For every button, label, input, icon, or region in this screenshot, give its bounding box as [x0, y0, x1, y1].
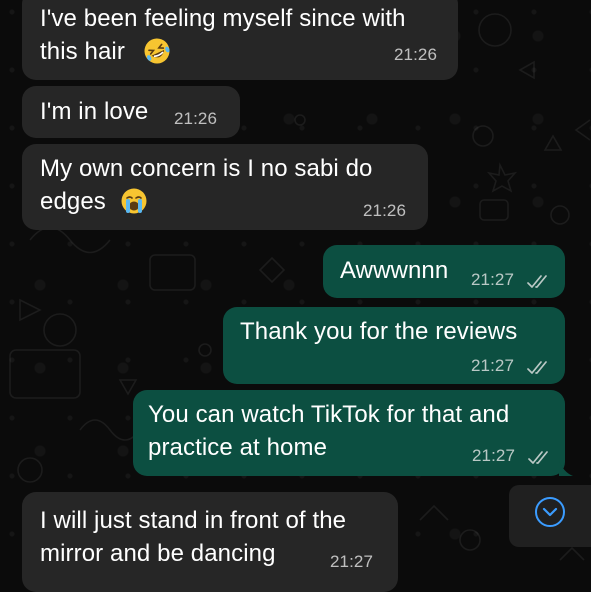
message-text-line: You can watch TikTok for that and	[148, 401, 510, 428]
read-double-check-icon	[528, 451, 548, 464]
incoming-message-bubble[interactable]: I will just stand in front of the mirror …	[22, 492, 398, 592]
message-timestamp: 21:26	[394, 45, 438, 64]
message-timestamp: 21:27	[471, 270, 515, 289]
message-timestamp: 21:27	[330, 552, 374, 571]
message-text-line: I've been feeling myself since with	[40, 5, 406, 32]
incoming-message-bubble[interactable]: My own concern is I no sabi do edges 21:26	[22, 144, 428, 230]
message-timestamp: 21:26	[174, 109, 218, 128]
chevron-down-icon	[542, 507, 558, 517]
message-text-line: this hair	[40, 38, 125, 65]
message-text-line: edges	[40, 188, 106, 215]
message-text-line: practice at home	[148, 434, 328, 461]
bubble-tail	[559, 460, 573, 476]
scroll-to-bottom-button[interactable]	[509, 485, 591, 547]
incoming-message-bubble[interactable]: I'm in love 21:26	[22, 86, 240, 138]
message-text-line: Awwwnnn	[340, 257, 449, 284]
outgoing-message-bubble[interactable]: Awwwnnn 21:27	[323, 245, 565, 298]
outgoing-message-bubble[interactable]: Thank you for the reviews 21:27	[223, 307, 565, 384]
message-text-line: My own concern is I no sabi do	[40, 155, 373, 182]
outgoing-message-bubble[interactable]: You can watch TikTok for that and practic…	[133, 390, 565, 476]
message-timestamp: 21:27	[472, 446, 516, 465]
message-timestamp: 21:27	[471, 356, 515, 375]
loudly-crying-emoji	[121, 188, 147, 214]
message-text-line: I will just stand in front of the	[40, 507, 347, 534]
read-double-check-icon	[527, 275, 547, 288]
message-text-line: mirror and be dancing	[40, 540, 276, 567]
incoming-message-bubble[interactable]: I've been feeling myself since with this …	[22, 0, 458, 80]
read-double-check-icon	[527, 361, 547, 374]
message-text-line: Thank you for the reviews	[240, 318, 518, 345]
rolling-on-floor-laughing-emoji	[144, 38, 170, 64]
message-text-line: I'm in love	[40, 98, 149, 125]
message-timestamp: 21:26	[363, 201, 407, 220]
